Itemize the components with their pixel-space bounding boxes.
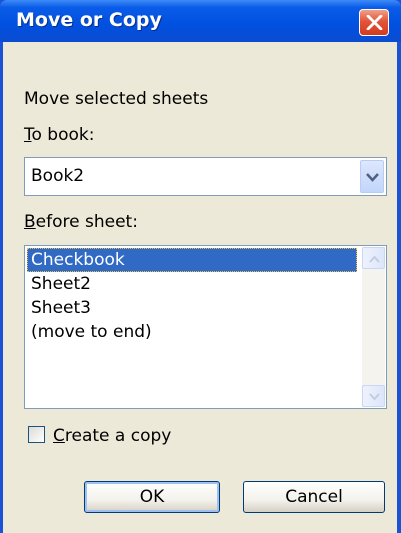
ok-button[interactable]: OK bbox=[84, 481, 220, 513]
vertical-scrollbar[interactable] bbox=[362, 247, 385, 407]
before-sheet-label-mnemonic: B bbox=[24, 212, 36, 232]
before-sheet-label: Before sheet: bbox=[24, 212, 138, 232]
dropdown-button[interactable] bbox=[360, 160, 384, 193]
create-copy-label-mnemonic: C bbox=[53, 426, 65, 446]
to-book-value: Book2 bbox=[31, 166, 85, 186]
create-copy-checkbox[interactable] bbox=[28, 426, 45, 443]
chevron-up-icon bbox=[369, 255, 380, 263]
create-copy-label[interactable]: Create a copy bbox=[53, 426, 171, 446]
to-book-dropdown[interactable]: Book2 bbox=[24, 157, 387, 196]
move-or-copy-dialog: Move or Copy Move selected sheets To boo… bbox=[0, 0, 401, 533]
to-book-label: To book: bbox=[24, 125, 94, 145]
list-item[interactable]: Sheet3 bbox=[27, 296, 357, 320]
chevron-down-icon bbox=[366, 173, 379, 182]
list-item[interactable]: (move to end) bbox=[27, 320, 357, 344]
cancel-button[interactable]: Cancel bbox=[243, 481, 385, 513]
to-book-label-mnemonic: T bbox=[24, 125, 32, 145]
scroll-down-button[interactable] bbox=[362, 385, 385, 407]
chevron-down-icon bbox=[369, 393, 380, 401]
to-book-label-rest: o book: bbox=[31, 125, 95, 145]
sheet-list: Checkbook Sheet2 Sheet3 (move to end) bbox=[27, 248, 357, 344]
create-copy-label-rest: reate a copy bbox=[64, 426, 172, 446]
before-sheet-listbox[interactable]: Checkbook Sheet2 Sheet3 (move to end) bbox=[24, 245, 387, 409]
dialog-title: Move or Copy bbox=[16, 9, 162, 31]
scroll-up-button[interactable] bbox=[362, 247, 385, 269]
before-sheet-label-rest: efore sheet: bbox=[35, 212, 138, 232]
close-x-icon bbox=[366, 15, 383, 30]
close-button[interactable] bbox=[359, 9, 389, 36]
title-bar[interactable]: Move or Copy bbox=[0, 0, 401, 42]
list-item[interactable]: Checkbook bbox=[27, 248, 357, 272]
list-item[interactable]: Sheet2 bbox=[27, 272, 357, 296]
heading-label: Move selected sheets bbox=[24, 89, 209, 109]
